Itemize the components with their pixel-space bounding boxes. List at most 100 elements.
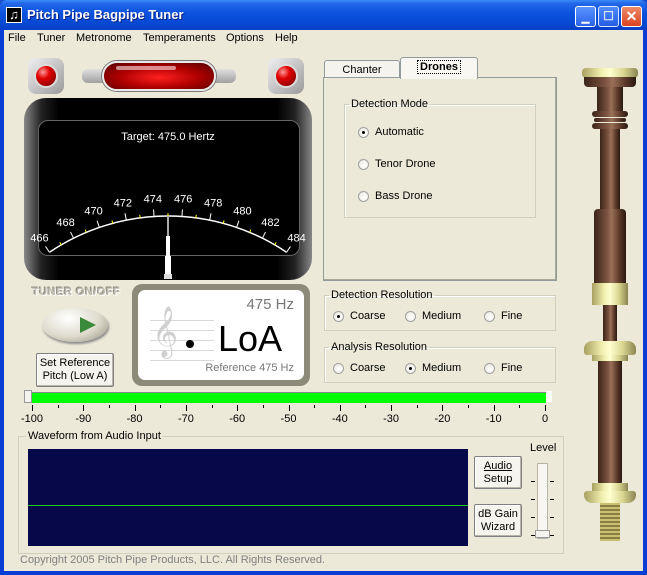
minimize-icon: ▁: [581, 13, 590, 24]
db-major-tick: [134, 405, 136, 411]
analysis-resolution-title: Analysis Resolution: [331, 341, 427, 353]
level-label: Level: [530, 442, 557, 454]
minor-tick: [274, 241, 277, 246]
radio-detection-coarse[interactable]: Coarse: [333, 310, 385, 322]
detection-mode-title: Detection Mode: [351, 98, 429, 110]
meter-scale-label: 480: [233, 205, 251, 217]
meter-scale-label: 478: [204, 197, 222, 209]
play-icon: [80, 317, 96, 333]
menu-tuner[interactable]: Tuner: [37, 32, 65, 44]
db-major-tick: [237, 405, 239, 411]
db-major-tick: [32, 405, 33, 411]
maximize-button[interactable]: ☐: [598, 6, 619, 27]
meter-scale-label: 474: [144, 193, 162, 205]
audio-setup-button[interactable]: Audio Setup: [474, 456, 522, 489]
minor-tick: [59, 241, 62, 246]
db-scale-label: -100: [20, 413, 44, 425]
needle-segment: [164, 274, 172, 279]
db-major-tick: [185, 405, 187, 411]
treble-clef-icon: 𝄞: [152, 306, 179, 357]
radio-bass-drone[interactable]: Bass Drone: [358, 190, 432, 202]
maximize-icon: ☐: [603, 9, 614, 23]
radio-detection-medium[interactable]: Medium: [405, 310, 461, 322]
major-tick: [45, 246, 50, 253]
drones-tab-panel: Detection Mode Automatic Tenor Drone Bas…: [323, 77, 557, 281]
db-scale-label: -10: [485, 413, 502, 425]
title-bar[interactable]: ♫ Pitch Pipe Bagpipe Tuner ▁ ☐ ✕: [0, 0, 647, 30]
db-scale-label: -40: [331, 413, 348, 425]
db-slider-max-thumb[interactable]: [546, 391, 552, 402]
major-tick: [286, 246, 291, 253]
menu-help[interactable]: Help: [275, 32, 298, 44]
major-tick: [70, 231, 75, 239]
meter-scale-label: 466: [30, 232, 48, 244]
db-scale-label: -70: [177, 413, 194, 425]
db-scale-label: -50: [280, 413, 297, 425]
db-scale-label: -80: [126, 413, 143, 425]
radio-detection-fine[interactable]: Fine: [484, 310, 522, 322]
meter-scale-label: 470: [84, 205, 102, 217]
flat-indicator-lamp: [28, 58, 64, 94]
major-tick: [124, 213, 127, 221]
radio-analysis-coarse[interactable]: Coarse: [333, 362, 385, 374]
db-minor-tick: [416, 405, 418, 408]
meter-needle: [164, 216, 172, 279]
radio-tenor-drone[interactable]: Tenor Drone: [358, 158, 436, 170]
meter-scale-label: 482: [261, 217, 279, 229]
menu-temperaments[interactable]: Temperaments: [143, 32, 216, 44]
db-major-tick: [493, 405, 495, 411]
meter-scale-label: 476: [174, 193, 192, 205]
db-major-tick: [442, 405, 444, 411]
db-minor-tick: [519, 405, 521, 408]
note-display: 𝄞 475 Hz LoA Reference 475 Hz: [132, 284, 310, 386]
meter-dial: Target: 475.0 Hertz 466 468 470 472 474 476 47…: [30, 131, 306, 279]
major-tick: [261, 231, 266, 239]
needle-segment: [166, 236, 170, 256]
db-minor-tick: [57, 405, 59, 408]
db-major-tick: [391, 405, 393, 411]
menu-metronome[interactable]: Metronome: [76, 32, 132, 44]
db-minor-tick: [314, 405, 316, 408]
waveform-trace: [28, 505, 468, 506]
needle-segment: [165, 256, 171, 276]
meter-scale-label: 468: [56, 217, 74, 229]
radio-analysis-medium[interactable]: Medium: [405, 362, 461, 374]
level-slider-thumb[interactable]: [535, 530, 550, 538]
copyright-text: Copyright 2005 Pitch Pipe Products, LLC.…: [20, 554, 326, 566]
db-scale-label: -30: [383, 413, 400, 425]
in-tune-indicator-lamp: [82, 60, 236, 92]
db-scale-label: -20: [434, 413, 451, 425]
tuner-on-off-button[interactable]: [42, 308, 108, 342]
minimize-button[interactable]: ▁: [575, 6, 596, 27]
db-slider-min-thumb[interactable]: [24, 390, 32, 403]
db-minor-tick: [262, 405, 264, 408]
menu-bar: File Tuner Metronome Temperaments Option…: [4, 30, 643, 48]
set-reference-pitch-button[interactable]: Set Reference Pitch (Low A): [36, 353, 114, 387]
client-area: File Tuner Metronome Temperaments Option…: [4, 30, 643, 571]
waveform-title: Waveform from Audio Input: [26, 430, 163, 442]
db-minor-tick: [108, 405, 110, 408]
radio-analysis-fine[interactable]: Fine: [484, 362, 522, 374]
close-button[interactable]: ✕: [621, 6, 642, 27]
needle-segment: [167, 216, 169, 236]
db-scale-label: -90: [75, 413, 92, 425]
sharp-indicator-lamp: [268, 58, 304, 94]
music-note-icon[interactable]: ♫: [6, 7, 22, 23]
major-tick: [236, 220, 240, 228]
radio-automatic[interactable]: Automatic: [358, 126, 424, 138]
level-slider-track[interactable]: [537, 463, 548, 539]
meter-scale-label: 484: [287, 232, 305, 244]
db-gain-wizard-button[interactable]: dB Gain Wizard: [474, 504, 522, 537]
db-level-bar[interactable]: [32, 392, 546, 403]
menu-file[interactable]: File: [8, 32, 26, 44]
meter-scale-label: 472: [114, 197, 132, 209]
window-title: Pitch Pipe Bagpipe Tuner: [27, 7, 184, 22]
db-minor-tick: [365, 405, 367, 408]
menu-options[interactable]: Options: [226, 32, 264, 44]
detected-frequency: 475 Hz: [246, 296, 294, 313]
tab-drones[interactable]: Drones: [400, 57, 478, 79]
detection-resolution-title: Detection Resolution: [331, 289, 433, 301]
reference-frequency: Reference 475 Hz: [205, 362, 294, 374]
db-scale-label: 0: [541, 413, 549, 425]
app-window: ♫ Pitch Pipe Bagpipe Tuner ▁ ☐ ✕ File Tu…: [0, 0, 647, 575]
